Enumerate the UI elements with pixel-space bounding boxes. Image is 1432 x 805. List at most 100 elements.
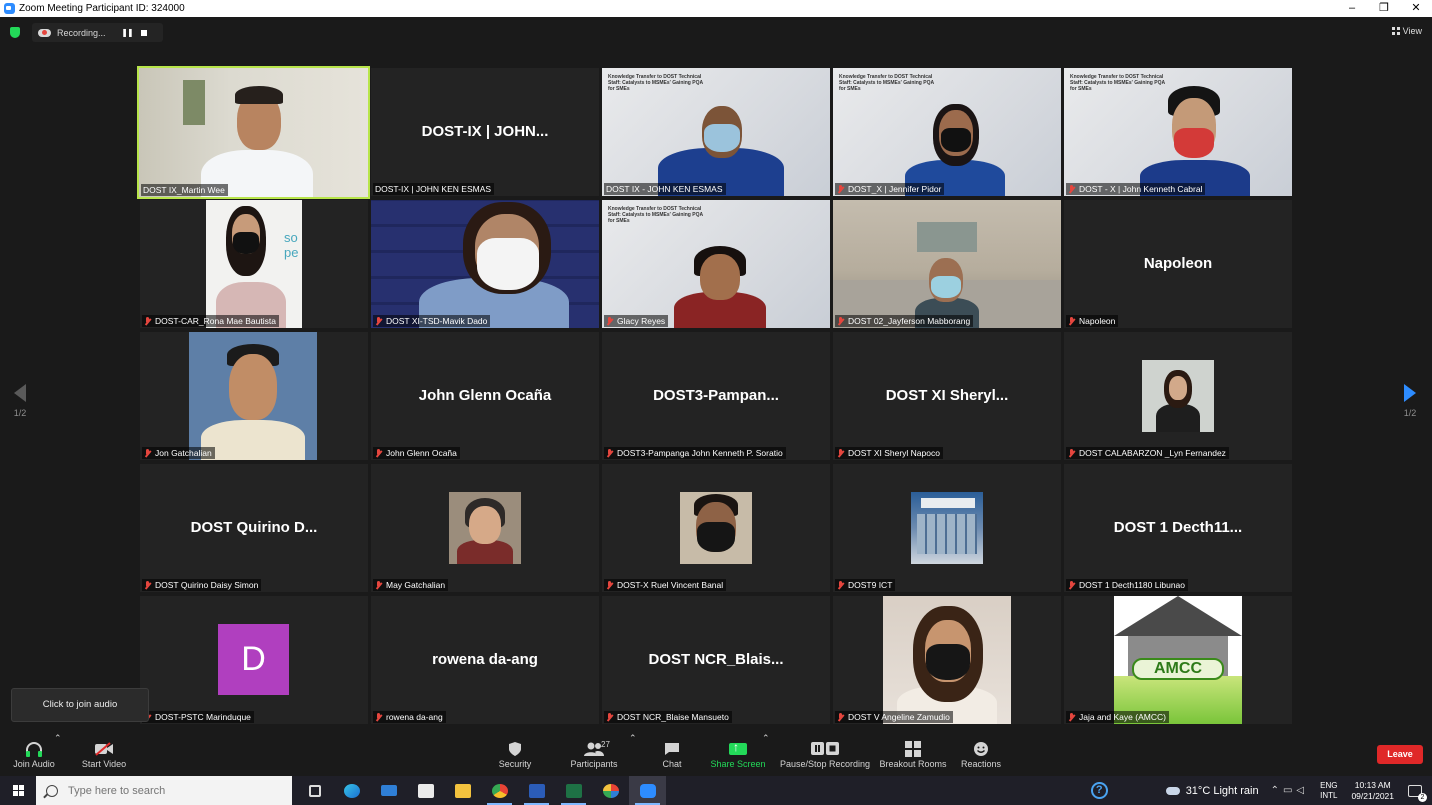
video-tile[interactable]: DOST NCR_Blais... DOST NCR_Blaise Mansue… [602,596,830,724]
share-options-caret-icon[interactable]: ⌃ [762,733,770,776]
muted-mic-icon [375,448,382,458]
stop-recording-icon[interactable] [141,29,147,36]
participant-name-label: DOST 1 Decth1180 Libunao [1066,579,1189,591]
pause-stop-recording-button[interactable]: Pause/Stop Recording [780,733,870,776]
slide-text: Knowledge Transfer to DOST Technical Sta… [1070,74,1165,92]
minimize-button[interactable]: – [1336,0,1368,17]
taskbar-search[interactable] [36,776,292,805]
video-tile[interactable]: DOST CALABARZON _Lyn Fernandez [1064,332,1292,460]
video-tile-active-speaker[interactable]: DOST IX_Martin Wee [137,66,370,199]
smiley-icon [958,739,1004,759]
video-tile[interactable]: D DOST-PSTC Marinduque [140,596,368,724]
muted-mic-icon [144,448,151,458]
slide-text: Knowledge Transfer to DOST Technical Sta… [608,206,703,224]
start-video-button[interactable]: Start Video [78,733,130,776]
participant-photo [449,492,521,564]
muted-mic-icon [1068,316,1075,326]
weather-text[interactable]: 31°C Light rain [1186,785,1259,797]
video-tile[interactable]: DOST 02_Jayferson Mabborang [833,200,1061,328]
video-tile[interactable]: DOST Quirino D... DOST Quirino Daisy Sim… [140,464,368,592]
start-button[interactable] [0,776,36,805]
search-input[interactable] [68,784,268,797]
amcc-logo-text: AMCC [1132,658,1224,680]
chrome-button[interactable] [481,776,518,805]
notification-icon[interactable]: 2 [1408,784,1427,802]
edge-button[interactable] [333,776,370,805]
store-button[interactable] [407,776,444,805]
tray-icons[interactable]: ⌃▭◁ [1271,785,1309,796]
video-tile[interactable]: DOST V Angeline Zamudio [833,596,1061,724]
participants-button[interactable]: 27 Participants [568,733,620,776]
restore-button[interactable]: ❐ [1368,0,1400,17]
join-audio-tooltip: Click to join audio [11,688,149,722]
video-tile[interactable]: DOST9 ICT [833,464,1061,592]
mail-button[interactable] [370,776,407,805]
video-tile[interactable]: Knowledge Transfer to DOST Technical Sta… [602,68,830,196]
task-view-icon [308,784,321,797]
participant-name-label: John Glenn Ocaña [373,447,460,459]
video-tile[interactable]: Knowledge Transfer to DOST Technical Sta… [833,68,1061,196]
video-tile[interactable]: DOST-X Ruel Vincent Banal [602,464,830,592]
muted-mic-icon [144,316,151,326]
breakout-rooms-icon [878,739,948,759]
participant-name-label: DOST9 ICT [835,579,896,591]
chat-button[interactable]: Chat [654,733,690,776]
video-off-icon [78,739,130,759]
participant-video [371,200,599,328]
video-tile[interactable]: so pe DOST-CAR_Rona Mae Bautista [140,200,368,328]
breakout-rooms-button[interactable]: Breakout Rooms [878,733,948,776]
video-tile[interactable]: Knowledge Transfer to DOST Technical Sta… [602,200,830,328]
muted-mic-icon [837,184,844,194]
video-tile[interactable]: Knowledge Transfer to DOST Technical Sta… [1064,68,1292,196]
join-audio-label: Join Audio [13,759,55,769]
participants-caret-icon[interactable]: ⌃ [629,733,637,776]
window-titlebar: Zoom Meeting Participant ID: 324000 – ❐ … [0,0,1432,17]
join-audio-button[interactable]: Join Audio [8,733,60,776]
store-icon [417,783,434,798]
paint-button[interactable] [592,776,629,805]
next-page-button[interactable]: 1/2 [1400,384,1420,418]
previous-page-button[interactable]: 1/2 [10,384,30,418]
leave-button[interactable]: Leave [1377,745,1423,764]
video-tile[interactable]: rowena da-ang rowena da-ang [371,596,599,724]
video-tile[interactable]: DOST-IX | JOHN... DOST-IX | JOHN KEN ESM… [371,68,599,196]
muted-mic-icon [837,448,844,458]
participant-name-label: Napoleon [1066,315,1119,327]
video-tile[interactable]: AMCC Jaja and Kaye (AMCC) [1064,596,1292,724]
video-tile[interactable]: May Gatchalian [371,464,599,592]
excel-button[interactable] [555,776,592,805]
windows-taskbar: ? 31°C Light rain ⌃▭◁ ENG INTL 10:13 AM … [0,776,1432,805]
video-tile[interactable]: John Glenn Ocaña John Glenn Ocaña [371,332,599,460]
video-tile[interactable]: DOST3-Pampan... DOST3-Pampanga John Kenn… [602,332,830,460]
zoom-taskbar-button[interactable] [629,776,666,805]
share-screen-button[interactable]: Share Screen [708,733,768,776]
video-tile[interactable]: DOST 1 Decth11... DOST 1 Decth1180 Libun… [1064,464,1292,592]
excel-icon [565,783,582,798]
encryption-shield-icon[interactable] [10,27,20,38]
security-button[interactable]: Security [494,733,536,776]
participant-name-label: DOST3-Pampanga John Kenneth P. Soratio [604,447,786,459]
audio-options-caret-icon[interactable]: ⌃ [54,733,62,776]
reactions-button[interactable]: Reactions [958,733,1004,776]
view-button[interactable]: View [1391,26,1422,36]
clock[interactable]: 10:13 AM 09/21/2021 [1351,780,1394,802]
file-explorer-button[interactable] [444,776,481,805]
zoom-app-icon [4,3,15,14]
muted-mic-icon [837,316,844,326]
video-tile[interactable]: DOST XI-TSD-Mavik Dado [371,200,599,328]
participant-name-label: DOST V Angeline Zamudio [835,711,953,723]
video-tile[interactable]: DOST XI Sheryl... DOST XI Sheryl Napoco [833,332,1061,460]
help-icon[interactable]: ? [1090,782,1108,799]
close-button[interactable]: ✕ [1400,0,1432,17]
participant-name-label: May Gatchalian [373,579,449,591]
video-tile[interactable]: Napoleon Napoleon [1064,200,1292,328]
muted-mic-icon [375,316,382,326]
pause-recording-icon[interactable]: ❚❚ [119,28,135,37]
word-icon [528,783,545,798]
video-tile[interactable]: Jon Gatchalian [140,332,368,460]
clock-time: 10:13 AM [1354,779,1391,790]
participant-name-label: DOST_X | Jennifer Pidor [835,183,945,195]
word-button[interactable] [518,776,555,805]
language-indicator[interactable]: ENG INTL [1320,781,1337,801]
task-view-button[interactable] [296,776,333,805]
